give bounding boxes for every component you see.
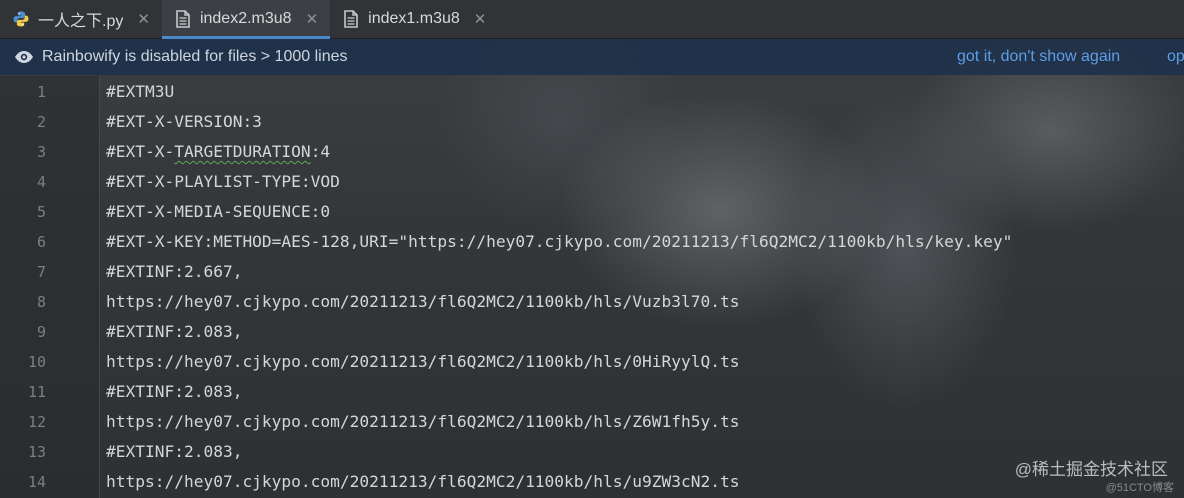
line-number: 1 [36,83,46,101]
line-number: 12 [27,413,46,431]
line-text-prefix: #EXT-X- [106,142,175,161]
line-number: 6 [36,233,46,251]
code-line: 12 https://hey07.cjkypo.com/20211213/fl6… [0,407,1184,437]
options-link[interactable]: op [1167,39,1184,75]
banner-message: Rainbowify is disabled for files > 1000 … [42,48,348,65]
line-number: 8 [36,293,46,311]
line-number: 7 [36,263,46,281]
code-line: 5 #EXT-X-MEDIA-SEQUENCE:0 [0,197,1184,227]
tab-label: index1.m3u8 [368,10,460,27]
line-text: #EXTINF:2.083, [106,382,243,401]
line-text: #EXT-X-KEY:METHOD=AES-128,URI="https://h… [106,232,1013,251]
spelling-warning-word: TARGETDURATION [174,142,311,161]
tab-label: 一人之下.py [38,13,124,30]
rainbowify-notification-banner: Rainbowify is disabled for files > 1000 … [0,39,1184,75]
tab-python-file[interactable]: 一人之下.py ✕ [0,0,162,38]
editor-tab-bar: 一人之下.py ✕ index2.m3u8 ✕ index1.m3u8 ✕ [0,0,1184,39]
text-file-icon [342,10,360,28]
eye-icon [14,47,34,67]
line-text: https://hey07.cjkypo.com/20211213/fl6Q2M… [106,412,740,431]
line-number: 5 [36,203,46,221]
line-text: https://hey07.cjkypo.com/20211213/fl6Q2M… [106,352,740,371]
line-number: 3 [36,143,46,161]
line-number: 2 [36,113,46,131]
line-number: 14 [27,473,46,491]
line-text: #EXTINF:2.083, [106,442,243,461]
code-line: 10 https://hey07.cjkypo.com/20211213/fl6… [0,347,1184,377]
code-editor[interactable]: 1 #EXTM3U 2 #EXT-X-VERSION:3 3 #EXT-X-TA… [0,76,1184,498]
line-text: #EXT-X-MEDIA-SEQUENCE:0 [106,202,331,221]
python-file-icon [12,10,30,28]
line-number: 10 [27,353,46,371]
tab-index2-m3u8[interactable]: index2.m3u8 ✕ [161,0,331,39]
code-line: 1 #EXTM3U [0,77,1184,107]
code-line: 3 #EXT-X-TARGETDURATION:4 [0,137,1184,167]
juejin-watermark: @稀土掘金技术社区 [1014,460,1168,479]
code-line: 13 #EXTINF:2.083, [0,437,1184,467]
51cto-watermark: @51CTO博客 [1105,482,1174,494]
ide-window: 一人之下.py ✕ index2.m3u8 ✕ index1.m3u8 ✕ Ra… [0,0,1184,498]
line-text-suffix: :4 [310,142,331,161]
line-text: #EXTINF:2.083, [106,322,243,341]
line-number: 11 [27,383,46,401]
close-icon[interactable]: ✕ [306,12,319,27]
text-file-icon [174,10,192,28]
line-text: https://hey07.cjkypo.com/20211213/fl6Q2M… [106,472,740,491]
code-line: 14 https://hey07.cjkypo.com/20211213/fl6… [0,467,1184,497]
tab-label: index2.m3u8 [199,10,292,27]
close-icon[interactable]: ✕ [474,12,487,27]
line-text: https://hey07.cjkypo.com/20211213/fl6Q2M… [106,292,740,311]
close-icon[interactable]: ✕ [137,12,150,27]
line-number: 9 [36,323,46,341]
line-text: #EXT-X-VERSION:3 [106,112,262,131]
code-line: 8 https://hey07.cjkypo.com/20211213/fl6Q… [0,287,1184,317]
code-line: 11 #EXTINF:2.083, [0,377,1184,407]
tab-index1-m3u8[interactable]: index1.m3u8 ✕ [330,0,498,38]
code-line: 4 #EXT-X-PLAYLIST-TYPE:VOD [0,167,1184,197]
line-number: 4 [36,173,46,191]
line-text: #EXTM3U [106,82,175,101]
line-text: #EXT-X-TARGETDURATION:4 [106,137,330,167]
code-line: 9 #EXTINF:2.083, [0,317,1184,347]
line-text: #EXT-X-PLAYLIST-TYPE:VOD [106,172,340,191]
dont-show-again-link[interactable]: got it, don't show again [957,39,1120,75]
code-line: 7 #EXTINF:2.667, [0,257,1184,287]
code-line: 2 #EXT-X-VERSION:3 [0,107,1184,137]
code-line: 6 #EXT-X-KEY:METHOD=AES-128,URI="https:/… [0,227,1184,257]
line-number: 13 [27,443,46,461]
line-text: #EXTINF:2.667, [106,262,243,281]
